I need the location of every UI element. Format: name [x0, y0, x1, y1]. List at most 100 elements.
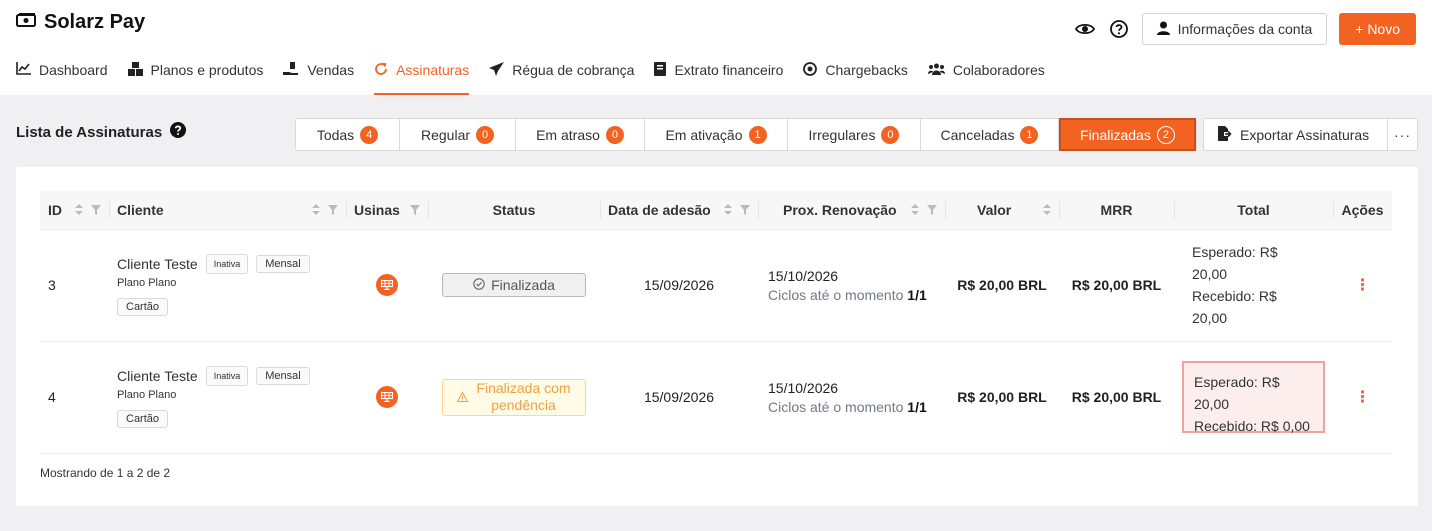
- cell-renewal: 15/10/2026 Ciclos até o momento 1/1: [758, 229, 945, 342]
- col-actions: Ações: [1333, 191, 1392, 230]
- user-icon: [1156, 21, 1170, 38]
- tab-finalizadas[interactable]: Finalizadas 2: [1059, 118, 1196, 151]
- client-status-tag: Inativa: [205, 254, 249, 274]
- nav-label: Extrato financeiro: [674, 62, 784, 78]
- sort-icon[interactable]: [911, 202, 919, 218]
- cell-total: Esperado: R$ 20,00 Recebido: R$ 0,00: [1174, 341, 1333, 454]
- count-badge: 1: [1020, 125, 1039, 144]
- col-usinas[interactable]: Usinas: [346, 191, 428, 230]
- cycles-value: 1/1: [907, 286, 927, 303]
- renewal-date: 15/10/2026: [768, 267, 839, 284]
- col-client[interactable]: Cliente: [109, 191, 346, 230]
- nav-item-dashboard[interactable]: Dashboard: [16, 56, 108, 95]
- page-title: Lista de Assinaturas: [16, 122, 187, 142]
- export-button[interactable]: Exportar Assinaturas: [1203, 118, 1388, 151]
- new-button[interactable]: + Novo: [1339, 13, 1416, 45]
- col-id[interactable]: ID: [40, 191, 109, 230]
- nav-item-billing-rules[interactable]: Régua de cobrança: [489, 56, 634, 95]
- table-row[interactable]: 3 Cliente Teste Inativa Mensal Plano Pla…: [40, 229, 1392, 342]
- plan-name: Plano Plano: [117, 277, 177, 289]
- nav-item-chargebacks[interactable]: Chargebacks: [803, 56, 908, 95]
- filter-icon[interactable]: [927, 202, 937, 218]
- nav-label: Colaboradores: [952, 62, 1045, 78]
- nav-label: Chargebacks: [825, 62, 908, 78]
- cell-id: 3: [40, 229, 109, 342]
- sort-icon[interactable]: [724, 202, 732, 218]
- nav-item-subscriptions[interactable]: Assinaturas: [374, 56, 470, 95]
- coin-icon: [803, 62, 818, 79]
- nav-item-plans[interactable]: Planos e produtos: [127, 56, 264, 95]
- client-name[interactable]: Cliente Teste: [117, 256, 198, 272]
- table-row[interactable]: 4 Cliente Teste Inativa Mensal Plano Pla…: [40, 341, 1392, 454]
- nav-label: Dashboard: [39, 62, 108, 78]
- received-total: Recebido: R$ 0,00: [1194, 418, 1310, 434]
- solar-panel-icon[interactable]: [376, 274, 398, 296]
- sort-icon[interactable]: [75, 202, 83, 218]
- status-badge: Finalizada: [442, 273, 586, 297]
- col-renewal[interactable]: Prox. Renovação: [758, 191, 945, 230]
- cell-client: Cliente Teste Inativa Mensal Plano Plano…: [109, 229, 346, 342]
- status-badge: Finalizada com pendência: [442, 378, 586, 416]
- col-value[interactable]: Valor: [945, 191, 1059, 230]
- tab-label: Finalizadas: [1080, 126, 1151, 143]
- brand[interactable]: Solarz Pay: [16, 11, 145, 34]
- cell-client: Cliente Teste Inativa Mensal Plano Plano…: [109, 341, 346, 454]
- status-text: Finalizada: [491, 277, 555, 293]
- list-header: Lista de Assinaturas Todas 4 Regular 0 E…: [16, 118, 1418, 151]
- cycles-value: 1/1: [907, 398, 927, 415]
- account-info-button[interactable]: Informações da conta: [1141, 13, 1328, 45]
- hand-money-icon: [283, 62, 299, 79]
- cell-value: R$ 20,00 BRL: [945, 229, 1059, 342]
- client-name[interactable]: Cliente Teste: [117, 368, 198, 384]
- cycles-label: Ciclos até o momento: [768, 398, 904, 415]
- tab-label: Canceladas: [940, 126, 1015, 143]
- nav-item-statement[interactable]: Extrato financeiro: [654, 56, 783, 95]
- filter-icon[interactable]: [91, 202, 101, 218]
- more-options-button[interactable]: ···: [1387, 118, 1418, 151]
- nav-label: Assinaturas: [396, 62, 470, 78]
- count-badge: 0: [881, 125, 900, 144]
- tab-em-atraso[interactable]: Em atraso 0: [516, 119, 645, 150]
- tab-em-ativacao[interactable]: Em ativação 1: [645, 119, 788, 150]
- export-label: Exportar Assinaturas: [1240, 126, 1370, 143]
- filter-icon[interactable]: [740, 202, 750, 218]
- cell-usinas: [346, 341, 428, 454]
- tab-label: Irregulares: [808, 126, 876, 143]
- count-badge: 4: [360, 125, 379, 144]
- count-badge: 1: [748, 125, 767, 144]
- nav-item-collaborators[interactable]: Colaboradores: [927, 56, 1045, 95]
- nav-item-sales[interactable]: Vendas: [283, 56, 354, 95]
- refresh-icon: [374, 62, 388, 79]
- sort-icon[interactable]: [312, 202, 320, 218]
- nav-label: Régua de cobrança: [512, 62, 635, 78]
- tab-canceladas[interactable]: Canceladas 1: [921, 119, 1059, 150]
- nav-label: Planos e produtos: [150, 62, 264, 78]
- top-bar: Solarz Pay Informações da conta + Novo D…: [0, 0, 1432, 95]
- help-icon[interactable]: [1108, 18, 1130, 40]
- row-actions-icon[interactable]: ⋮: [1333, 229, 1392, 342]
- main-nav: Dashboard Planos e produtos Vendas Assin…: [16, 56, 1065, 95]
- tab-irregulares[interactable]: Irregulares 0: [788, 119, 921, 150]
- eye-icon[interactable]: [1074, 18, 1096, 40]
- received-total: Recebido: R$ 20,00: [1192, 288, 1277, 326]
- col-label: Valor: [977, 201, 1012, 218]
- cell-value: R$ 20,00 BRL: [945, 341, 1059, 454]
- tab-regular[interactable]: Regular 0: [400, 119, 516, 150]
- sort-icon[interactable]: [1043, 202, 1051, 218]
- col-joined[interactable]: Data de adesão: [600, 191, 758, 230]
- account-info-label: Informações da conta: [1177, 21, 1313, 37]
- col-label: Prox. Renovação: [783, 201, 897, 218]
- count-badge: 0: [476, 125, 495, 144]
- users-icon: [927, 62, 945, 78]
- help-circle-icon[interactable]: [170, 122, 187, 142]
- cell-renewal: 15/10/2026 Ciclos até o momento 1/1: [758, 341, 945, 454]
- filter-icon[interactable]: [328, 202, 338, 218]
- cell-total: Esperado: R$ 20,00 Recebido: R$ 20,00: [1174, 229, 1333, 342]
- tab-todas[interactable]: Todas 4: [296, 119, 400, 150]
- cell-mrr: R$ 20,00 BRL: [1059, 341, 1174, 454]
- money-icon: [16, 12, 36, 33]
- solar-panel-icon[interactable]: [376, 386, 398, 408]
- row-actions-icon[interactable]: ⋮: [1333, 341, 1392, 454]
- plan-name: Plano Plano: [117, 389, 177, 401]
- filter-icon[interactable]: [410, 202, 420, 218]
